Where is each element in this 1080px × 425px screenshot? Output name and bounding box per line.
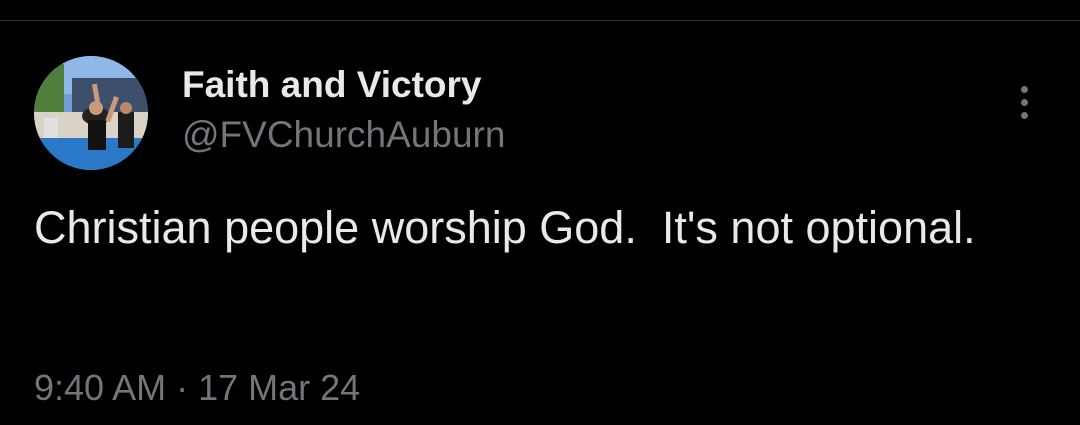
tweet-text: Christian people worship God. It's not o… xyxy=(34,202,976,253)
more-vertical-icon-dot xyxy=(1020,98,1028,106)
avatar-photo xyxy=(34,56,148,170)
author-handle[interactable]: @FVChurchAuburn xyxy=(182,112,505,158)
more-options-button[interactable] xyxy=(1004,80,1044,124)
author-avatar[interactable] xyxy=(34,56,148,170)
top-divider xyxy=(0,20,1080,21)
more-vertical-icon-dot xyxy=(1020,111,1028,119)
tweet-timestamp[interactable]: 9:40 AM · 17 Mar 24 xyxy=(34,364,360,412)
author-display-name[interactable]: Faith and Victory xyxy=(182,62,482,108)
more-vertical-icon xyxy=(1020,85,1028,93)
